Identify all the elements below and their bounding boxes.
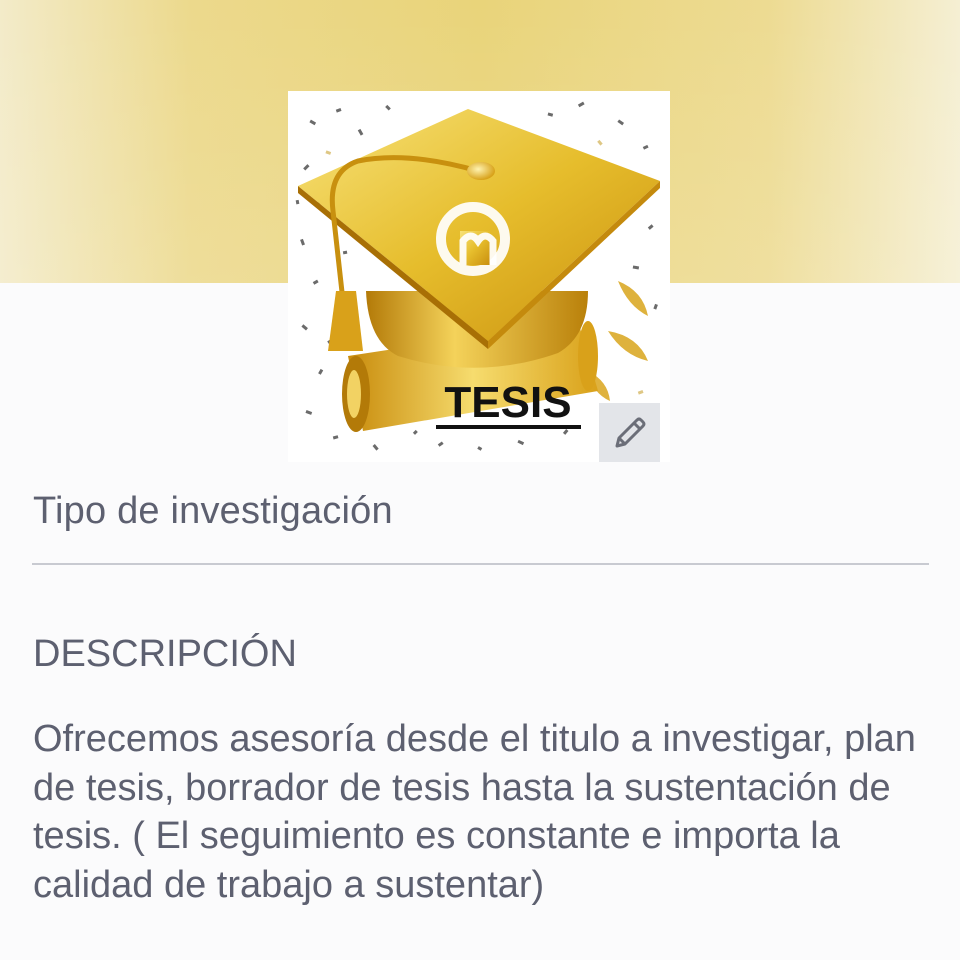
profile-page: TESIS Tipo de investigación DESCRIPCIÓN …	[0, 0, 960, 960]
pencil-icon	[615, 417, 645, 447]
category-label: Tipo de investigación	[33, 490, 393, 532]
description-text: Ofrecemos asesoría desde el titulo a inv…	[33, 718, 916, 906]
edit-image-button[interactable]	[599, 403, 660, 462]
profile-image[interactable]: TESIS	[288, 91, 670, 462]
divider	[32, 563, 929, 565]
description-heading: DESCRIPCIÓN	[33, 633, 297, 675]
image-caption: TESIS	[444, 378, 571, 427]
